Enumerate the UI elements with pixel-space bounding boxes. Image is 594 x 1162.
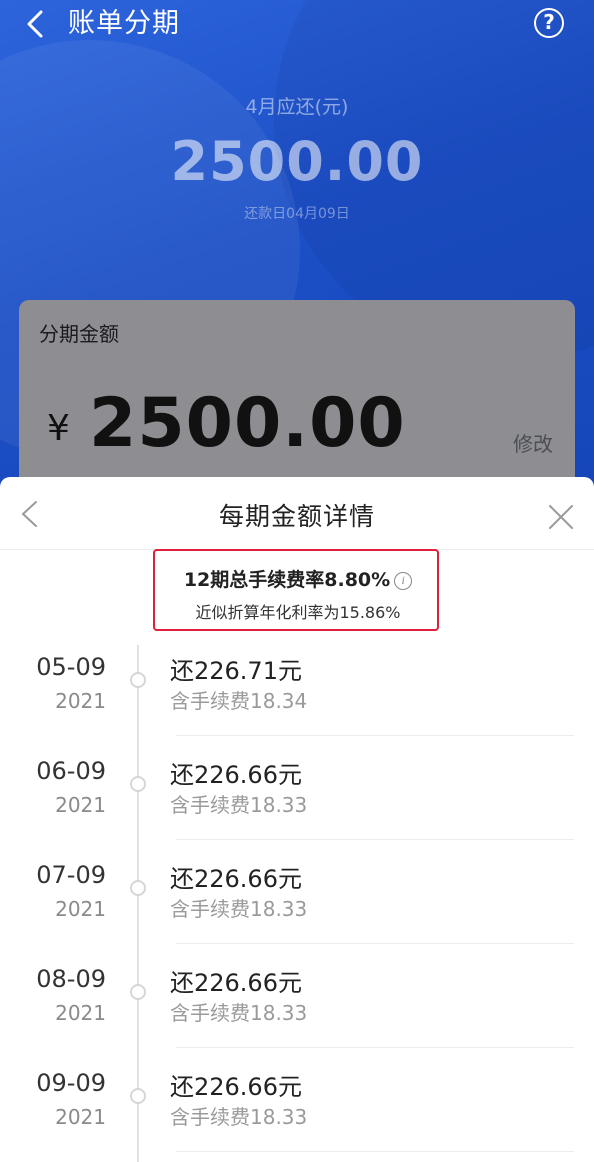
installment-fee: 含手续费18.33 — [170, 1105, 308, 1129]
installment-year: 2021 — [55, 1001, 106, 1025]
due-date: 还款日04月09日 — [244, 206, 350, 222]
installment-date: 05-09 — [36, 653, 106, 681]
installment-payment: 还226.71元 — [170, 657, 302, 685]
fee-rate: 12期总手续费率8.80% i — [155, 565, 441, 592]
top-bar: 账单分期 ? — [0, 0, 594, 50]
bill-label: 4月应还(元) — [245, 96, 349, 118]
timeline-dot — [130, 880, 146, 896]
installment-year: 2021 — [55, 689, 106, 713]
back-button[interactable] — [18, 6, 52, 42]
annual-rate-text: 近似折算年化利率为15.86% — [195, 603, 401, 622]
installment-date: 08-09 — [36, 965, 106, 993]
list-item: 08-09 2021 还226.66元 含手续费18.33 — [0, 965, 594, 1069]
list-item: 06-09 2021 还226.66元 含手续费18.33 — [0, 757, 594, 861]
help-icon[interactable]: ? — [534, 8, 564, 38]
timeline-dot — [130, 1088, 146, 1104]
divider — [176, 1047, 574, 1048]
installment-payment: 还226.66元 — [170, 1073, 302, 1101]
currency-symbol: ¥ — [47, 408, 70, 449]
edit-button[interactable]: 修改 — [513, 428, 553, 457]
list-item: 05-09 2021 还226.71元 含手续费18.34 — [0, 653, 594, 757]
installment-payment: 还226.66元 — [170, 865, 302, 893]
info-icon[interactable]: i — [394, 572, 413, 590]
details-sheet: 每期金额详情 12期总手续费率8.80% i 近似折算年化利率为15.86% 05… — [0, 477, 594, 1162]
installment-date: 06-09 — [36, 757, 106, 785]
chevron-left-icon — [27, 10, 43, 38]
timeline-dot — [130, 984, 146, 1000]
installment-year: 2021 — [55, 1105, 106, 1129]
divider — [176, 735, 574, 736]
close-button[interactable] — [546, 502, 576, 532]
timeline-dot — [130, 672, 146, 688]
list-item: 07-09 2021 还226.66元 含手续费18.33 — [0, 861, 594, 965]
card-title: 分期金额 — [39, 322, 119, 346]
divider — [176, 839, 574, 840]
installment-year: 2021 — [55, 897, 106, 921]
sheet-title: 每期金额详情 — [218, 502, 375, 531]
bill-amount: 2500.00 — [170, 130, 424, 193]
installment-payment: 还226.66元 — [170, 969, 302, 997]
installment-fee: 含手续费18.33 — [170, 1001, 308, 1025]
timeline-dot — [130, 776, 146, 792]
close-icon — [549, 505, 573, 529]
installment-date: 07-09 — [36, 861, 106, 889]
installment-amount: 2500.00 — [89, 384, 406, 463]
divider — [176, 943, 574, 944]
page-title: 账单分期 — [68, 8, 180, 39]
installment-fee: 含手续费18.34 — [170, 689, 308, 713]
fee-rate-highlight: 12期总手续费率8.80% i 近似折算年化利率为15.86% — [153, 549, 439, 631]
installment-year: 2021 — [55, 793, 106, 817]
fee-rate-text: 12期总手续费率8.80% — [183, 569, 391, 591]
sheet-header: 每期金额详情 — [0, 477, 594, 550]
divider — [176, 1151, 574, 1152]
installment-date: 09-09 — [36, 1069, 106, 1097]
installment-payment: 还226.66元 — [170, 761, 302, 789]
installment-fee: 含手续费18.33 — [170, 793, 308, 817]
installment-fee: 含手续费18.33 — [170, 897, 308, 921]
list-item: 09-09 2021 还226.66元 含手续费18.33 — [0, 1069, 594, 1162]
